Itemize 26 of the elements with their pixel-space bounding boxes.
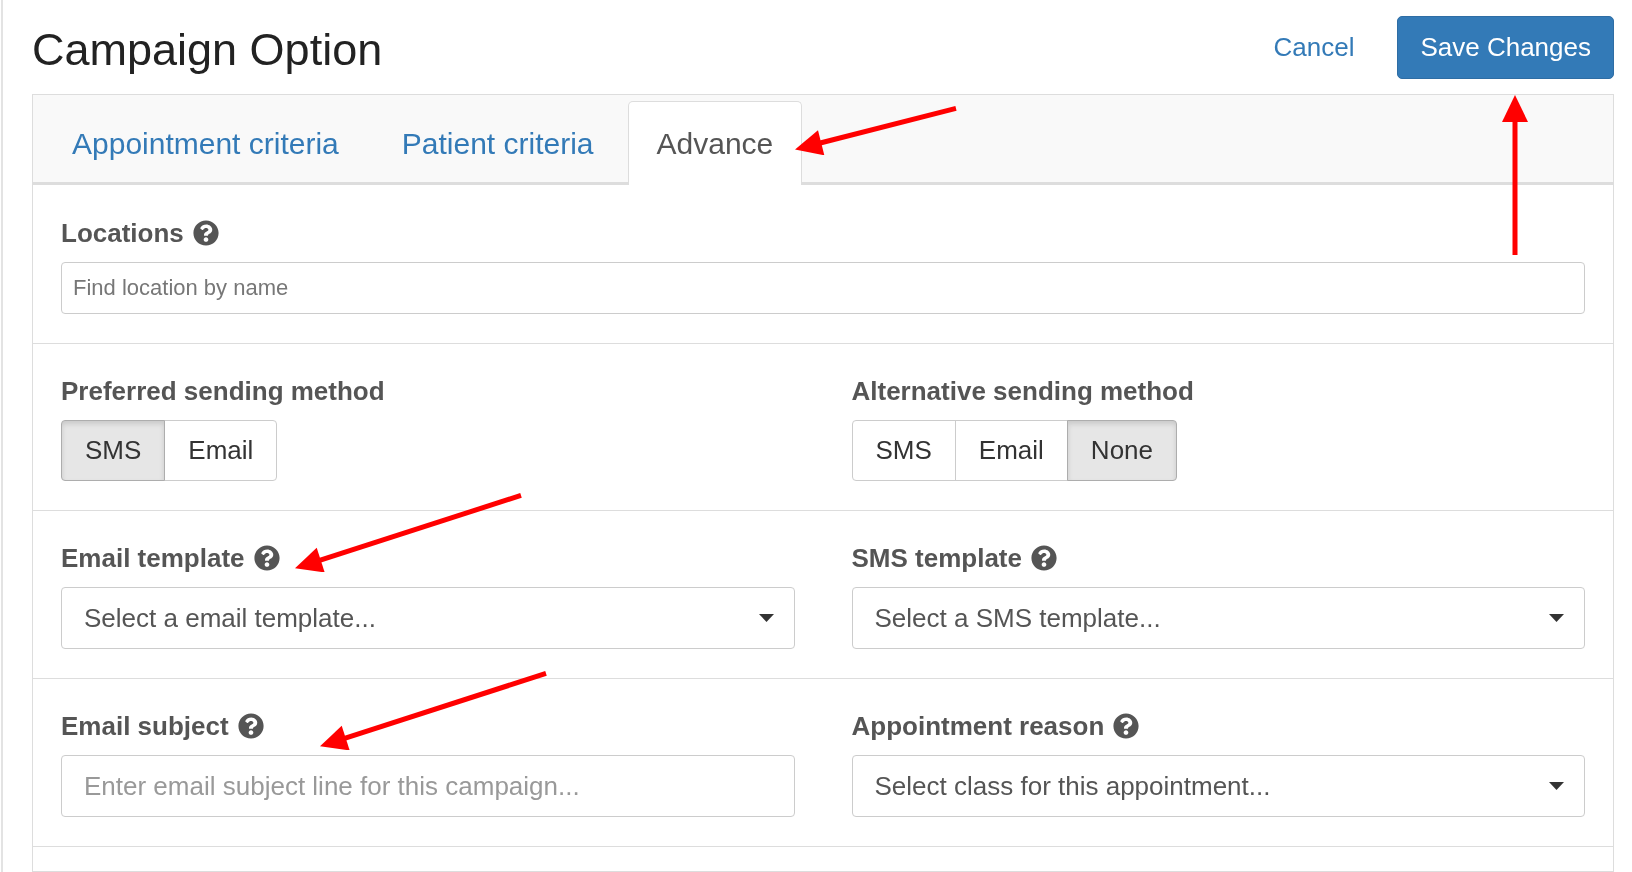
caret-icon	[1549, 614, 1564, 622]
field-label: Email template	[61, 545, 245, 571]
field-label: Appointment reason	[851, 713, 1105, 739]
location-search-field[interactable]: Find location by name	[61, 262, 1585, 314]
tab[interactable]: Patient criteria	[372, 101, 623, 185]
caret-icon	[1549, 782, 1564, 790]
toggle-button[interactable]: Email	[954, 420, 1068, 481]
toggle-button[interactable]: SMS	[851, 420, 956, 481]
save-button[interactable]: Save Changes	[1397, 15, 1614, 79]
field-label: Email subject	[61, 713, 229, 739]
tab[interactable]: Advance	[627, 101, 803, 185]
field-label: Preferred sending method	[61, 378, 385, 404]
toggle-button[interactable]: None	[1066, 420, 1177, 481]
tab[interactable]: Appointment criteria	[43, 101, 368, 185]
toggle-button[interactable]: Email	[164, 420, 278, 481]
cancel-link[interactable]: Cancel	[1273, 27, 1355, 67]
page-title: Campaign Option	[32, 26, 383, 72]
select-field[interactable]: Select class for this appointment...	[851, 755, 1585, 817]
field-label: Locations	[61, 220, 184, 246]
toggle-button[interactable]: SMS	[61, 420, 166, 481]
field-label: Alternative sending method	[851, 378, 1194, 404]
field-label: SMS template	[851, 545, 1022, 571]
input-field[interactable]: Enter email subject line for this campaign...	[61, 755, 795, 817]
caret-icon	[758, 614, 774, 622]
select-field[interactable]: Select a SMS template...	[851, 587, 1585, 649]
select-field[interactable]: Select a email template...	[61, 587, 795, 649]
